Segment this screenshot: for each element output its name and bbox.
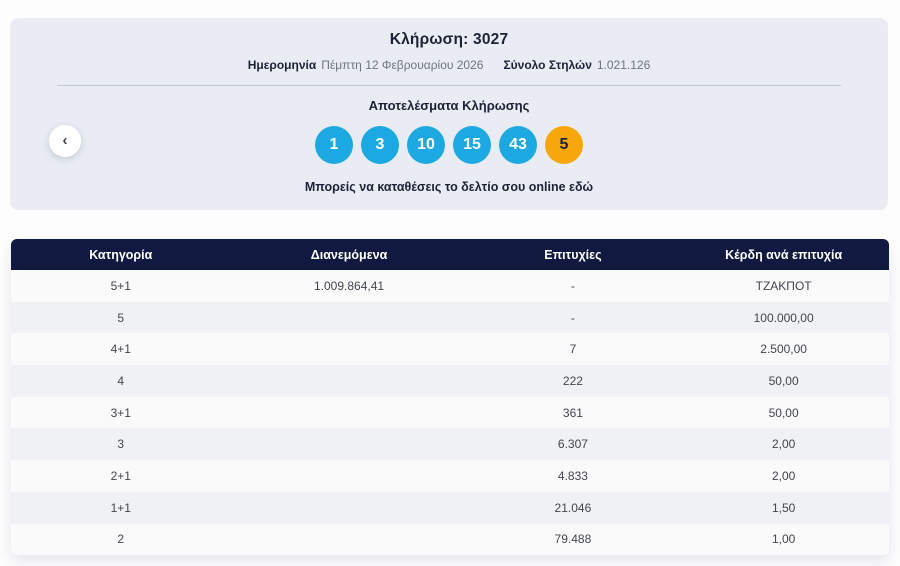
chevron-left-icon: ‹ [62, 131, 68, 149]
results-heading: Αποτελέσματα Κλήρωσης [368, 98, 530, 113]
winners-cell: 7 [569, 342, 577, 357]
table-row: 3 6.307 2,00 [11, 428, 889, 461]
category-cell: 3+1 [110, 405, 131, 420]
distributed-cell [231, 460, 468, 492]
distributed-cell [231, 492, 468, 524]
winners-cell: 222 [562, 373, 583, 388]
table-row: 3+1 361 50,00 [11, 396, 889, 429]
prev-draw-button[interactable]: ‹ [49, 125, 81, 157]
table-row: 2 79.488 1,00 [11, 523, 889, 556]
distributed-cell [231, 302, 468, 334]
distributed-cell: 1.009.864,41 [313, 278, 385, 293]
winners-cell: 361 [562, 405, 583, 420]
total-columns: Σύνολο Στηλών 1.021.126 [503, 58, 650, 72]
column-header: Επιτυχίες [467, 239, 679, 270]
draw-summary-panel: Κλήρωση: 3027 Ημερομηνία Πέμπτη 12 Φεβρο… [10, 18, 888, 210]
prize-table-grid: Κατηγορία Διανεμόμενα Επιτυχίες Κέρδη ανά ε… [11, 239, 889, 556]
prize-cell: 50,00 [768, 405, 799, 420]
draw-meta: Ημερομηνία Πέμπτη 12 Φεβρουαρίου 2026 Σύ… [10, 58, 888, 72]
prize-cell: ΤΖΑΚΠΟΤ [755, 278, 812, 293]
table-row: 4 222 50,00 [11, 365, 889, 397]
prize-cell: 1,50 [771, 500, 796, 515]
column-header: Κέρδη ανά επιτυχία [678, 239, 889, 270]
prize-cell: 50,00 [768, 373, 799, 388]
distributed-cell [231, 333, 468, 365]
table-row: 1+1 21.046 1,50 [11, 491, 889, 524]
prize-cell: 2.500,00 [760, 342, 807, 357]
winners-cell: 21.046 [554, 500, 592, 515]
prize-cell: 1,00 [771, 532, 796, 547]
table-header-row: Κατηγορία Διανεμόμενα Επιτυχίες Κέρδη ανά ε… [11, 239, 889, 270]
distributed-cell [231, 524, 468, 556]
winners-cell: 6.307 [557, 437, 588, 452]
category-cell: 2 [117, 532, 125, 547]
winning-number-ball: 3 [361, 126, 399, 164]
date-label: Ημερομηνία [247, 58, 317, 72]
prize-cell: 2,00 [771, 468, 796, 483]
winners-cell: 79.488 [554, 532, 592, 547]
winning-number-ball: 10 [407, 126, 445, 164]
winning-numbers: 1 3 10 15 43 5 [10, 126, 888, 164]
winners-cell: - [570, 310, 575, 325]
winning-number-ball: 43 [499, 126, 537, 164]
category-cell: 3 [117, 437, 125, 452]
category-cell: 4 [117, 373, 125, 388]
table-row: 5 - 100.000,00 [11, 301, 889, 334]
divider [57, 85, 841, 86]
table-row: 2+1 4.833 2,00 [11, 460, 889, 492]
column-header: Διανεμόμενα [230, 239, 468, 270]
category-cell: 5 [117, 310, 125, 325]
prize-cell: 2,00 [771, 437, 796, 452]
category-cell: 1+1 [110, 500, 131, 515]
total-columns-value: 1.021.126 [596, 58, 651, 72]
total-columns-label: Σύνολο Στηλών [503, 58, 592, 72]
column-header: Κατηγορία [11, 239, 231, 270]
winners-cell: 4.833 [557, 468, 588, 483]
distributed-cell [231, 365, 468, 397]
deposit-online-link[interactable]: Μπορείς να καταθέσεις το δελτίο σου onli… [305, 180, 593, 194]
winning-number-ball: 15 [453, 126, 491, 164]
prize-table: Κατηγορία Διανεμόμενα Επιτυχίες Κέρδη ανά ε… [11, 239, 889, 556]
distributed-cell [231, 428, 468, 460]
distributed-cell [231, 397, 468, 429]
draw-title: Κλήρωση: 3027 [389, 31, 509, 48]
date-value: Πέμπτη 12 Φεβρουαρίου 2026 [321, 58, 484, 72]
winning-number-ball: 1 [315, 126, 353, 164]
table-row: 5+1 1.009.864,41 - ΤΖΑΚΠΟΤ [11, 270, 889, 302]
draw-date: Ημερομηνία Πέμπτη 12 Φεβρουαρίου 2026 [248, 58, 484, 72]
category-cell: 4+1 [110, 342, 131, 357]
prize-cell: 100.000,00 [753, 310, 814, 325]
winners-cell: - [570, 278, 575, 293]
table-row: 4+1 7 2.500,00 [11, 333, 889, 366]
lottery-results-page: Κλήρωση: 3027 Ημερομηνία Πέμπτη 12 Φεβρο… [0, 0, 900, 566]
category-cell: 2+1 [110, 468, 131, 483]
category-cell: 5+1 [110, 278, 131, 293]
joker-number-ball: 5 [545, 126, 583, 164]
